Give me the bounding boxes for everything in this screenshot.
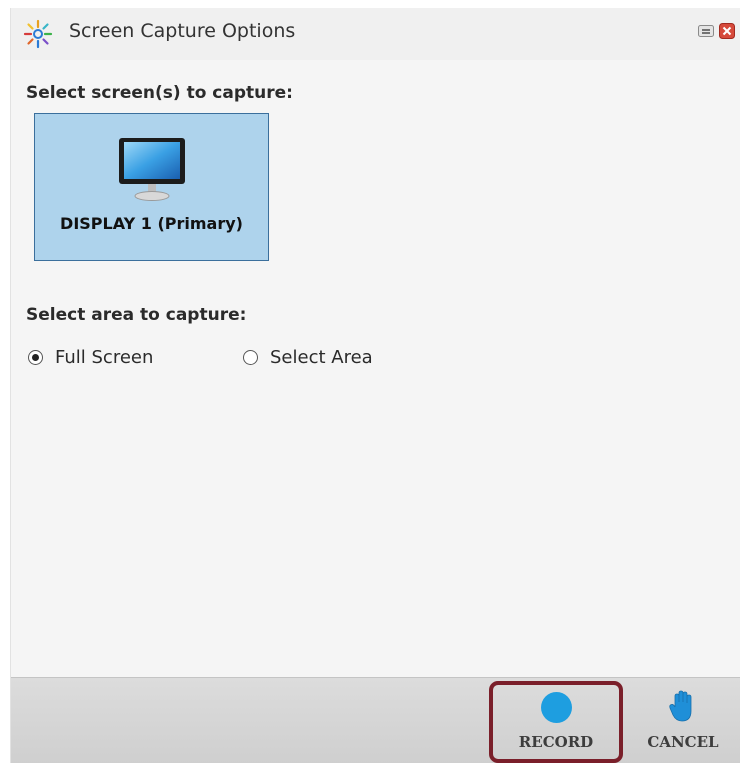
monitor-icon xyxy=(119,138,185,201)
action-footer xyxy=(11,677,740,763)
select-area-radio[interactable]: Select Area xyxy=(243,345,373,369)
full-screen-radio[interactable]: Full Screen xyxy=(28,345,153,369)
cancel-label: CANCEL xyxy=(647,733,719,751)
close-icon[interactable] xyxy=(718,22,736,40)
title-bar: Screen Capture Options xyxy=(11,8,740,60)
select-area-label: Select area to capture: xyxy=(26,305,247,325)
display-1-label: DISPLAY 1 (Primary) xyxy=(60,214,243,233)
full-screen-radio-button[interactable] xyxy=(28,349,43,365)
burst-logo-icon xyxy=(23,19,53,49)
minimize-icon[interactable] xyxy=(697,22,715,40)
record-icon xyxy=(541,692,572,723)
screen-capture-options-window: Screen Capture Options Select screen(s) … xyxy=(10,8,740,763)
record-button[interactable]: RECORD xyxy=(501,688,611,758)
full-screen-label: Full Screen xyxy=(55,346,154,368)
display-1-tile[interactable]: DISPLAY 1 (Primary) xyxy=(34,113,269,261)
select-area-option-label: Select Area xyxy=(270,346,373,368)
cancel-button[interactable]: CANCEL xyxy=(635,688,731,758)
stop-hand-icon xyxy=(669,690,692,722)
select-screens-label: Select screen(s) to capture: xyxy=(26,83,293,103)
select-area-radio-button[interactable] xyxy=(243,349,258,365)
window-title: Screen Capture Options xyxy=(69,20,296,42)
record-label: RECORD xyxy=(518,733,594,751)
